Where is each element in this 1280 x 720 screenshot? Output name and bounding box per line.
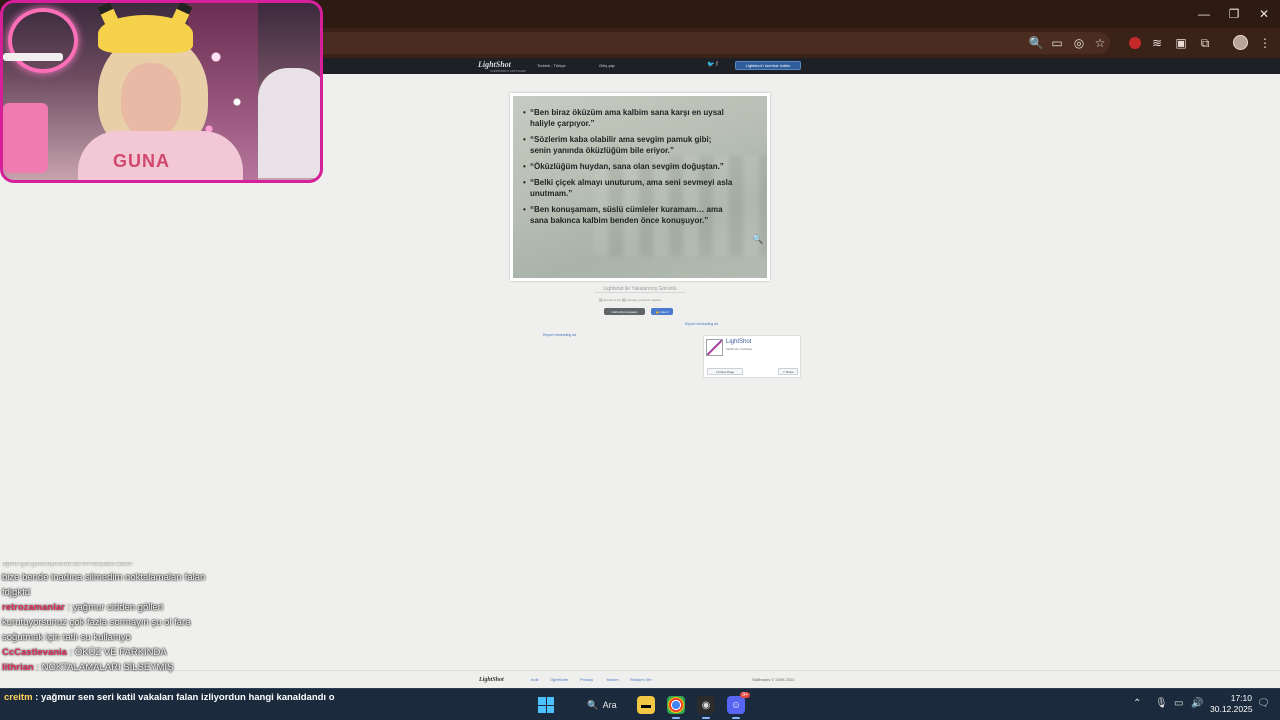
magnify-icon[interactable]: 🔍 [752,234,763,244]
social-icons[interactable]: 🐦 f [707,61,718,68]
notification-icon[interactable]: 🗨 [1257,698,1270,709]
quote-item: “Belki çiçek almayı unuturum, ama seni s… [523,177,733,199]
quote-item: “Ben konuşamam, süslü cümleler kuramam… … [523,204,733,226]
chat-line: lithrian : NOKTALAMALARI SİLSEYMİŞ [2,662,174,673]
streamer-shirt: GUNA [78,131,243,180]
facebook-page-widget: LightShot Skillbrains Software f Follow … [703,335,801,378]
close-window-button[interactable]: ✕ [1248,0,1280,28]
taskbar-search[interactable]: 🔍 Ara [576,695,628,715]
chevron-up-icon[interactable]: ⌃ [1133,698,1141,709]
share-label: Share [785,369,794,374]
minimize-button[interactable]: — [1188,0,1220,28]
clock-date: 30.12.2025 [1210,704,1253,714]
chat-username[interactable]: lithrian [2,662,34,673]
footer-link-ads[interactable]: Reklamı Ver [630,677,652,682]
chat-line: bize bende inadına silmedim noktalamalar… [2,570,222,600]
chat-message: ÖKÜZ VE FARKINDA [74,647,167,658]
neon-sign [8,8,78,73]
microphone-arm [3,53,63,61]
extension-box-icon[interactable]: ▣ [1172,34,1190,52]
report-ad-link-left[interactable]: Report misleading ad [543,333,576,337]
maximize-button[interactable]: ❐ [1218,0,1250,28]
star-icon[interactable]: ☆ [1091,34,1109,52]
windows-start-icon[interactable] [538,697,554,713]
lightshot-logo-icon[interactable] [706,339,723,356]
chat-line-faded: oğmur gibi görünüyo biraz da sırf karşıd… [2,562,133,567]
site-logo-text: LightShot [478,60,511,69]
follow-page-button[interactable]: f Follow Page [707,368,743,375]
volume-icon[interactable]: 🔊 [1191,698,1203,709]
download-label: Lightshot'ı ücretsiz indirin [745,63,791,68]
chrome-icon[interactable] [667,696,685,719]
screenshot-caption: Lightshot ile Yakalanmış Görüntü [595,286,685,293]
chat-message: yağmur sen seri katil vakaları falan izl… [40,692,335,703]
obs-icon[interactable]: ◉ [697,696,715,719]
like-button[interactable]: 👍 Like 0 [651,308,673,315]
discord-icon[interactable]: ☺ 9+ [727,692,750,719]
fb-page-name[interactable]: LightShot [726,339,751,345]
search-icon: 🔍 [587,699,599,710]
webcam-overlay: GUNA [0,0,323,183]
clock-time: 17:10 [1230,693,1252,703]
screenshot-image[interactable]: “Ben biraz öküzüm ama kalbim sana karşı … [513,96,767,278]
quote-item: “Sözlerim kaba olabilir ama sevgim pamuk… [523,134,733,156]
chat-line: CcCastlevania : ÖKÜZ VE FARKINDA [2,647,167,658]
fb-page-subtitle: Skillbrains Software [726,347,753,351]
pikachu-hat [98,15,193,53]
chat-username: creitm [4,692,33,703]
extension-red-icon[interactable] [1126,34,1144,52]
chat-message: bize bende inadına silmedim noktalamalar… [2,572,206,598]
image-tools-links[interactable]: 🖼 Benzerini bul 🖼 Görsele yorumunu kayde… [599,298,661,302]
profile-avatar[interactable] [1233,35,1248,50]
report-ad-link-right[interactable]: Report misleading ad [685,322,718,326]
wifi-icon[interactable]: ▭ [1174,698,1183,709]
chat-line: retrozamanlar : yağmur cidden gölleri ku… [2,602,191,643]
extension-waves-icon[interactable]: ≋ [1148,34,1166,52]
system-clock[interactable]: 17:10 30.12.2025 [1210,693,1253,715]
menu-icon[interactable]: ⋮ [1256,34,1274,52]
cast-icon[interactable]: ▭ [1048,34,1066,52]
footer-logo[interactable]: LightShot [479,677,504,683]
zoom-icon[interactable]: 🔍 [1027,34,1045,52]
search-label: Ara [602,700,617,710]
windows-taskbar: creitm : yağmur sen seri katil vakaları … [0,688,1280,720]
extensions-icon[interactable]: ⧉ [1196,34,1214,52]
stream-chat-overlay: oğmur gibi görünüyo biraz da sırf karşıd… [2,562,222,675]
gaming-chair [258,68,320,178]
screen: — ❐ ✕ 🔍 ▭ ◎ ☆ ≋ ▣ ⧉ ⋮ LightShot SCREENSHO… [0,0,1280,720]
footer-link-download[interactable]: İndir [531,677,539,682]
screenshot-frame: “Ben biraz öküzüm ama kalbim sana karşı … [510,93,770,281]
eye-off-icon[interactable]: ◎ [1070,34,1088,52]
discord-badge: 9+ [740,692,750,698]
file-explorer-icon[interactable]: ▬ [637,696,655,714]
footer-link-privacy[interactable]: Privacy [580,677,593,682]
chat-message: NOKTALAMALARI SİLSEYMİŞ [41,662,174,673]
share-page-button[interactable]: ↗ Share [778,368,798,375]
footer-link-tutorials[interactable]: Öğreticiler [550,677,568,682]
chat-username[interactable]: retrozamanlar [2,602,65,613]
site-logo-sub: SCREENSHOT SOFTWARE [490,69,526,73]
site-logo[interactable]: LightShot SCREENSHOT SOFTWARE [478,60,526,73]
login-link[interactable]: Giriş yap [599,63,615,68]
quote-item: “Ben biraz öküzüm ama kalbim sana karşı … [523,107,733,129]
mic-icon[interactable]: 🎙 [1155,698,1168,709]
footer-link-help[interactable]: Yardım [606,677,619,682]
footer-copyright: Skillbrains © 2009-2022 [752,677,795,682]
streamer-face [121,63,181,138]
taskbar-chat-line: creitm : yağmur sen seri katil vakaları … [4,692,335,703]
language-selector[interactable]: Turkish - Türkçe [537,63,566,68]
address-bar[interactable] [300,32,1110,54]
share-button[interactable]: Görüntüyü paylaşın [604,308,645,315]
download-button[interactable]: Lightshot'ı ücretsiz indirin [735,61,801,70]
follow-label: Follow Page [717,369,735,374]
quote-list: “Ben biraz öküzüm ama kalbim sana karşı … [523,107,733,231]
quote-item: “Öküzlüğüm huydan, sana olan sevgim doğu… [523,161,733,172]
pink-object [3,103,48,173]
chat-username[interactable]: CcCastlevania [2,647,67,658]
